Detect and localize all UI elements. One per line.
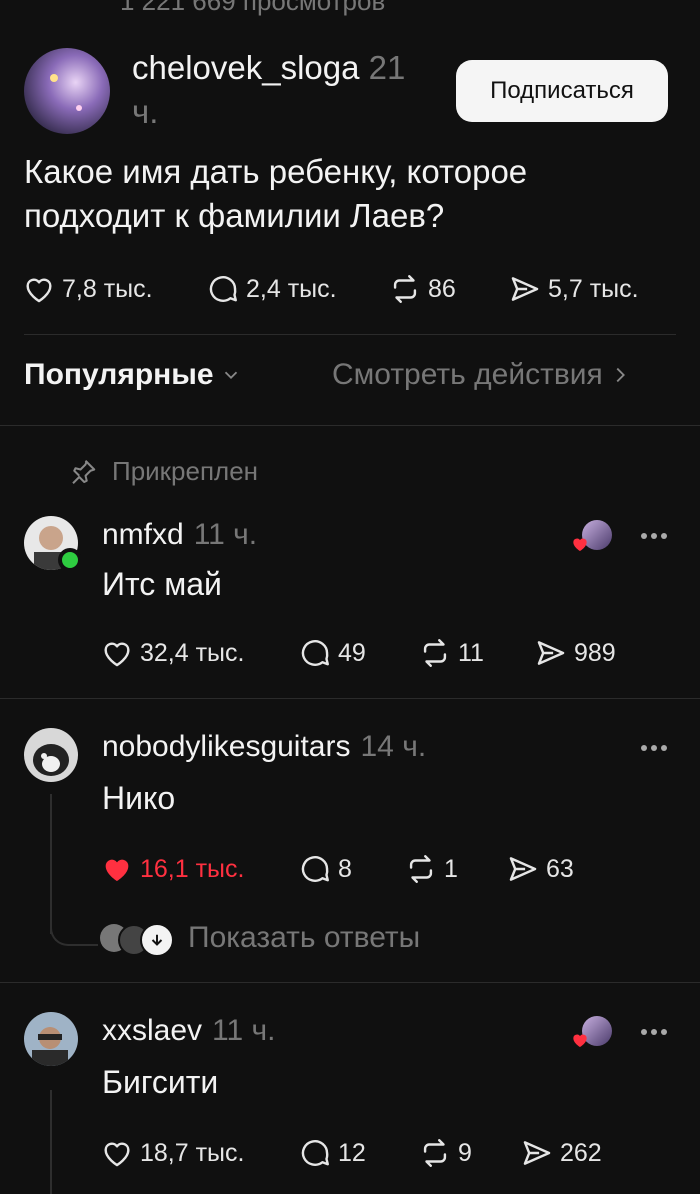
share-count: 262 [560,1138,602,1167]
like-button[interactable]: 18,7 тыс. [100,1136,244,1170]
author-name[interactable]: chelovek_sloga [132,49,360,86]
pinned-indicator: Прикреплен [68,456,258,487]
sort-dropdown[interactable]: Популярные [24,358,242,392]
comment-text: Бигсити [102,1064,219,1100]
share-count: 63 [546,854,574,883]
chevron-down-icon [224,371,237,380]
repost-count: 9 [458,1138,472,1167]
repost-button[interactable]: 1 [404,852,458,886]
views-count: 1 221 669 просмотров [120,0,386,16]
arrow-down-icon [140,923,174,957]
reply-thread-line [50,1090,52,1194]
reply-avatars [100,920,174,957]
comment-author[interactable]: nmfxd [102,518,184,551]
share-icon [508,272,542,306]
heart-filled-icon [100,852,134,886]
repost-button[interactable]: 86 [388,272,456,306]
comment-count: 2,4 тыс. [246,274,337,303]
heart-icon [570,1030,590,1050]
share-button[interactable]: 63 [506,852,574,886]
share-button[interactable]: 262 [520,1136,602,1170]
divider [0,982,700,983]
repost-icon [418,1136,452,1170]
like-count: 18,7 тыс. [140,1138,245,1167]
comment-icon [298,852,332,886]
heart-icon [570,534,590,554]
avatar[interactable] [24,1012,78,1066]
like-button[interactable]: 32,4 тыс. [100,636,244,670]
comment-count: 12 [338,1138,366,1167]
share-count: 5,7 тыс. [548,274,639,303]
heart-icon [100,1136,134,1170]
comment-header: xxslaev 11 ч. [102,1014,276,1048]
divider [0,425,700,426]
post-text: Какое имя дать ребенку, которое подходит… [24,153,528,234]
comment-button[interactable]: 49 [298,636,366,670]
comment-text: Итс май [102,566,222,602]
show-replies-button[interactable]: Показать ответы [100,920,421,957]
repost-count: 1 [444,854,458,883]
divider [0,698,700,699]
like-button[interactable]: 7,8 тыс. [22,272,153,306]
share-count: 989 [574,638,616,667]
author-liked-badge [570,1014,614,1050]
share-icon [520,1136,554,1170]
repost-icon [404,852,438,886]
comment-time: 11 ч. [212,1014,276,1047]
share-button[interactable]: 5,7 тыс. [508,272,639,306]
divider [24,334,676,335]
more-icon[interactable] [638,526,678,546]
view-activity-label: Смотреть действия [332,358,603,391]
pinned-label: Прикреплен [112,456,259,486]
like-count: 32,4 тыс. [140,638,245,667]
like-count: 16,1 тыс. [140,854,245,883]
comment-icon [298,1136,332,1170]
share-button[interactable]: 989 [534,636,616,670]
comment-text: Нико [102,780,176,816]
like-button[interactable]: 16,1 тыс. [100,852,244,886]
view-activity-link[interactable]: Смотреть действия [332,358,631,392]
repost-count: 11 [458,638,484,667]
comment-icon [206,272,240,306]
more-icon[interactable] [638,1022,678,1042]
online-indicator [58,548,82,572]
comment-header: nobodylikesguitars 14 ч. [102,730,426,764]
comment-author[interactable]: xxslaev [102,1014,202,1047]
repost-button[interactable]: 9 [418,1136,472,1170]
comment-time: 11 ч. [193,518,258,551]
author-avatar[interactable] [24,48,110,134]
sort-label: Популярные [24,358,214,391]
repost-icon [388,272,422,306]
comment-button[interactable]: 2,4 тыс. [206,272,337,306]
pin-icon [72,459,96,484]
reply-thread-curve [50,918,98,946]
avatar[interactable] [24,728,78,782]
comment-icon [298,636,332,670]
repost-icon [418,636,452,670]
author-liked-badge [570,518,614,554]
share-icon [534,636,568,670]
chevron-right-icon [616,367,625,383]
comment-button[interactable]: 8 [298,852,352,886]
repost-button[interactable]: 11 [418,636,484,670]
more-icon[interactable] [638,738,678,758]
comment-header: nmfxd 11 ч. [102,518,257,552]
show-replies-label: Показать ответы [188,921,421,954]
heart-icon [100,636,134,670]
comment-time: 14 ч. [360,730,427,763]
share-icon [506,852,540,886]
like-count: 7,8 тыс. [62,274,153,303]
repost-count: 86 [428,274,456,303]
author-name-and-time: chelovek_sloga 21 ч. [132,46,432,134]
comment-count: 49 [338,638,366,667]
follow-button[interactable]: Подписаться [456,60,668,122]
comment-button[interactable]: 12 [298,1136,366,1170]
comment-author[interactable]: nobodylikesguitars [102,730,350,763]
heart-icon [22,272,56,306]
reply-thread-line [50,794,52,934]
comment-count: 8 [338,854,352,883]
